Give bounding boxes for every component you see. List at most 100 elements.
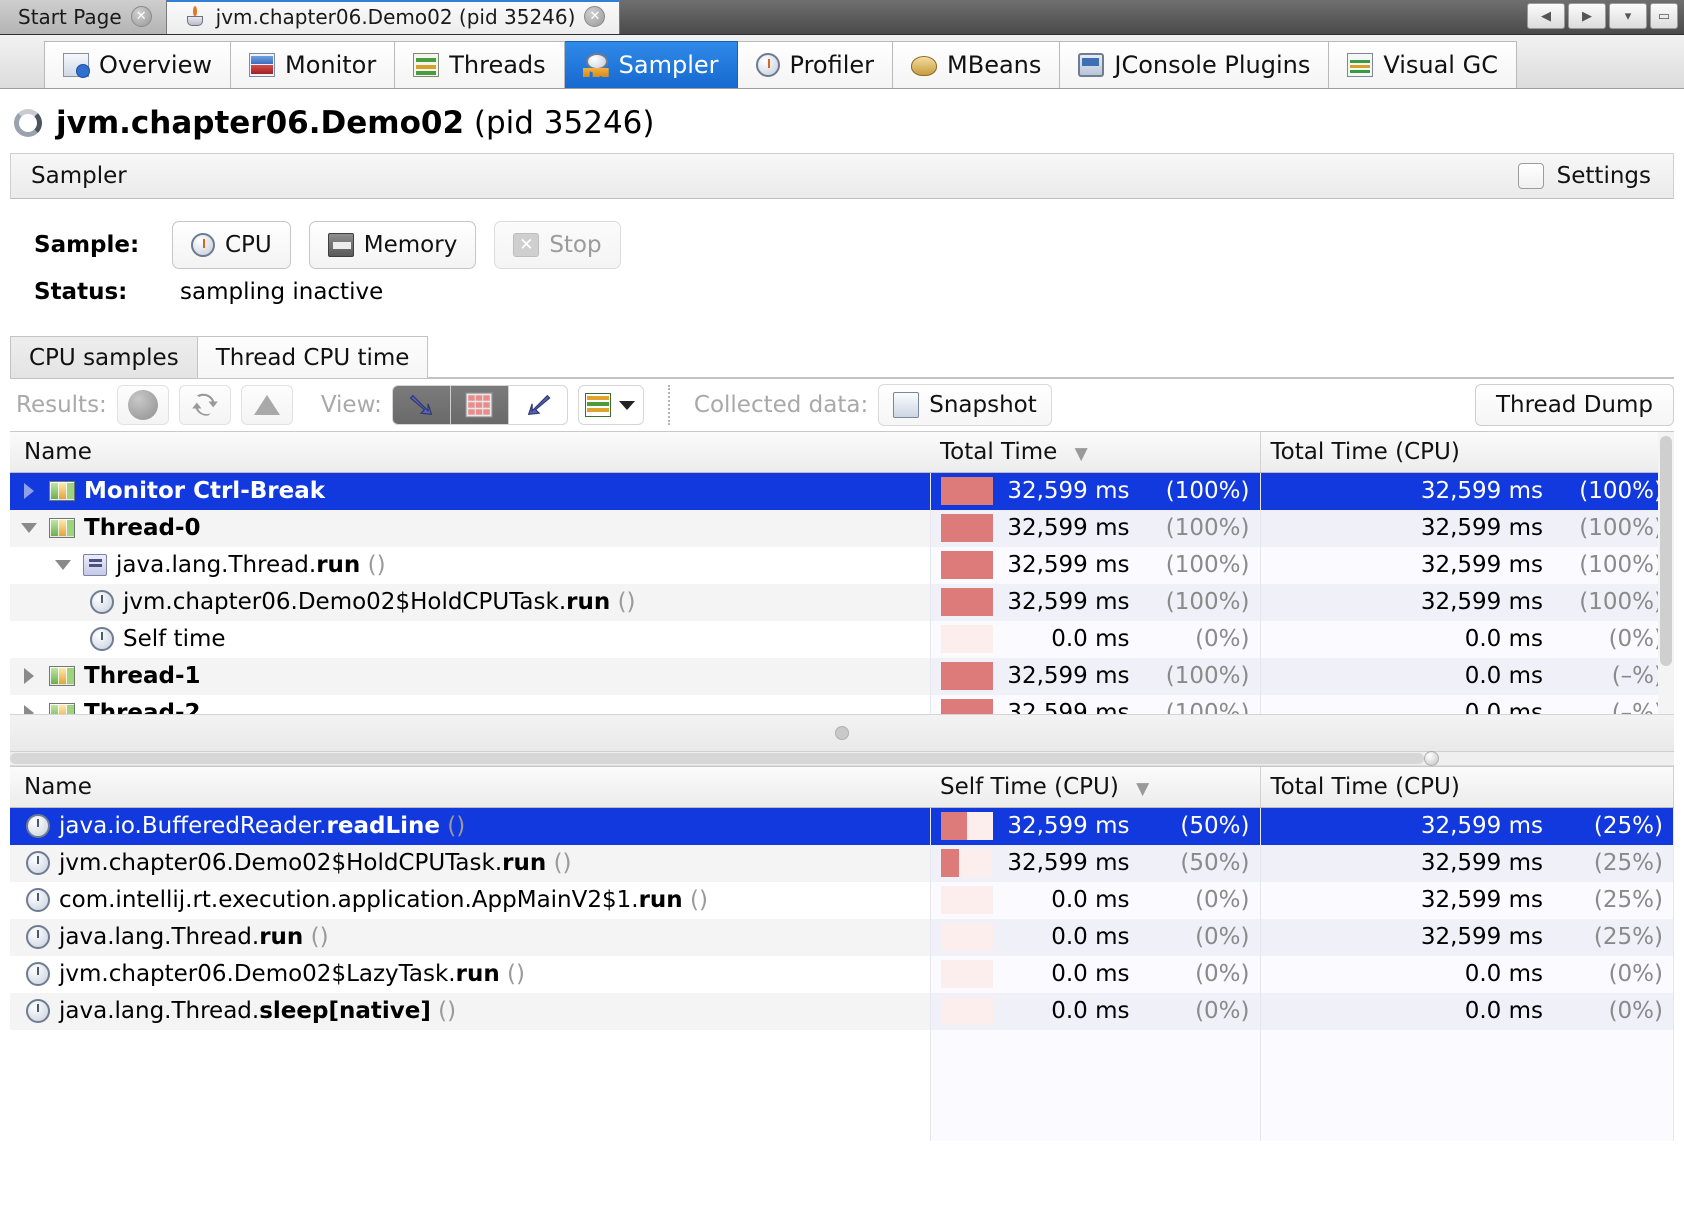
settings-checkbox[interactable] <box>1517 163 1544 189</box>
table-row[interactable]: java.lang.Thread.sleep[native] () 0.0 ms… <box>10 992 1674 1030</box>
expand-twisty-icon[interactable] <box>20 481 40 501</box>
thread-icon <box>49 703 75 714</box>
table-splitter[interactable] <box>10 714 1674 752</box>
tab-sampler[interactable]: Sampler <box>564 41 738 88</box>
expand-twisty-icon[interactable] <box>20 666 40 686</box>
column-header-name[interactable]: Name <box>10 767 930 808</box>
close-icon[interactable]: ✕ <box>584 6 606 27</box>
window-tab-demo02[interactable]: jvm.chapter06.Demo02 (pid 35246) ✕ <box>166 0 621 34</box>
collapse-twisty-icon[interactable] <box>54 555 74 575</box>
self-time-pct: (0%) <box>1195 998 1250 1024</box>
table-row[interactable]: Monitor Ctrl-Break 32,599 ms (100%) 32,5… <box>10 472 1674 510</box>
cpu-samples-tree-table[interactable]: Name Total Time ▼ Total Time (CPU) Monit… <box>10 431 1674 714</box>
delta-results-button[interactable] <box>240 385 293 425</box>
sample-controls: Sample: CPU Memory ✕ Stop Status: sampli… <box>0 199 1684 319</box>
clock-icon <box>26 999 50 1023</box>
sort-desc-icon: ▼ <box>1074 443 1088 464</box>
table-row[interactable]: java.lang.Thread.run () 32,599 ms (100%)… <box>10 546 1674 584</box>
tab-cpu-samples[interactable]: CPU samples <box>10 336 198 378</box>
snapshot-button[interactable]: Snapshot <box>878 384 1052 426</box>
table-row[interactable]: Self time 0.0 ms (0%) 0.0 ms (0%) <box>10 620 1674 658</box>
table-row[interactable]: java.lang.Thread.run () 0.0 ms (0%) 32,5… <box>10 918 1674 956</box>
sample-stop-button[interactable]: ✕ Stop <box>494 221 621 269</box>
table-body: Monitor Ctrl-Break 32,599 ms (100%) 32,5… <box>10 472 1674 714</box>
table-empty-row <box>10 1103 1674 1141</box>
view-columns-combo[interactable] <box>577 385 644 425</box>
table-row[interactable]: java.io.BufferedReader.readLine () 32,59… <box>10 807 1674 845</box>
horizontal-scrollbar[interactable] <box>10 751 1674 766</box>
sample-memory-button[interactable]: Memory <box>308 221 477 269</box>
column-header-name[interactable]: Name <box>10 432 930 473</box>
time-bar <box>940 997 993 1025</box>
close-icon[interactable]: ✕ <box>130 6 152 27</box>
table-row[interactable]: jvm.chapter06.Demo02$HoldCPUTask.run () … <box>10 844 1674 882</box>
self-time-value: 0.0 ms <box>1051 887 1130 913</box>
table-empty-row <box>10 1029 1674 1067</box>
hot-spots-table[interactable]: Name Self Time (CPU) ▼ Total Time (CPU) … <box>10 766 1674 1141</box>
view-forward-calls-button[interactable] <box>392 386 451 424</box>
tab-monitor[interactable]: Monitor <box>231 41 396 88</box>
table-header-row: Name Total Time ▼ Total Time (CPU) <box>10 432 1674 473</box>
status-label: Status: <box>34 279 128 305</box>
total-time-pct: (0%) <box>1195 626 1250 652</box>
table-row[interactable]: jvm.chapter06.Demo02$HoldCPUTask.run () … <box>10 583 1674 621</box>
chevron-down-icon[interactable] <box>618 400 635 410</box>
total-time-pct: (25%) <box>1593 924 1663 950</box>
scrollbar-thumb[interactable] <box>10 753 1425 764</box>
pause-results-button[interactable] <box>116 385 169 425</box>
cpu-time-value: 0.0 ms <box>1464 700 1543 714</box>
sub-tabs-filler <box>428 336 1674 378</box>
window-tab-start-page[interactable]: Start Page ✕ <box>0 0 167 34</box>
total-time-value: 32,599 ms <box>1007 589 1130 615</box>
table-header-row: Name Self Time (CPU) ▼ Total Time (CPU) <box>10 767 1674 808</box>
maximize-icon[interactable]: ▭ <box>1650 3 1678 29</box>
thread-dump-button[interactable]: Thread Dump <box>1474 384 1674 426</box>
scrollbar-knob[interactable] <box>1424 751 1440 766</box>
total-time-pct: (100%) <box>1165 478 1250 504</box>
tab-visual-gc[interactable]: Visual GC <box>1329 41 1517 88</box>
table-row[interactable]: com.intellij.rt.execution.application.Ap… <box>10 881 1674 919</box>
tab-threads[interactable]: Threads <box>395 41 565 88</box>
threads-icon <box>413 53 440 77</box>
row-name: Thread-0 <box>84 515 201 541</box>
refresh-results-button[interactable] <box>178 385 231 425</box>
total-time-value: 32,599 ms <box>1007 478 1130 504</box>
settings-toggle[interactable]: Settings <box>1517 163 1659 189</box>
table-row[interactable]: jvm.chapter06.Demo02$LazyTask.run () 0.0… <box>10 955 1674 993</box>
tab-list-dropdown-icon[interactable]: ▾ <box>1609 3 1647 29</box>
view-label: View: <box>320 392 382 418</box>
total-time-value: 32,599 ms <box>1007 552 1130 578</box>
tab-jconsole-plugins[interactable]: JConsole Plugins <box>1060 41 1330 88</box>
collapse-twisty-icon[interactable] <box>20 518 40 538</box>
column-header-total-time-cpu[interactable]: Total Time (CPU) <box>1260 432 1674 473</box>
window-tab-label: jvm.chapter06.Demo02 (pid 35246) <box>215 4 576 29</box>
tab-mbeans[interactable]: MBeans <box>893 41 1061 88</box>
vertical-scrollbar[interactable] <box>1658 432 1674 714</box>
view-hot-spots-button[interactable] <box>450 386 509 424</box>
self-time-value: 32,599 ms <box>1007 850 1130 876</box>
total-time-pct: (25%) <box>1593 887 1663 913</box>
sample-label: Sample: <box>34 232 140 258</box>
scrollbar-thumb[interactable] <box>1660 436 1672 666</box>
table-row[interactable]: Thread-1 32,599 ms (100%) 0.0 ms (–%) <box>10 657 1674 695</box>
prev-tab-arrow-icon[interactable]: ◀ <box>1527 3 1565 29</box>
tab-thread-cpu-time[interactable]: Thread CPU time <box>197 336 429 378</box>
app-tab-bar: Overview Monitor Threads Sampler Profile… <box>0 35 1684 89</box>
column-header-self-time-cpu[interactable]: Self Time (CPU) ▼ <box>930 767 1261 808</box>
table-row[interactable]: Thread-0 32,599 ms (100%) 32,599 ms (100… <box>10 509 1674 547</box>
column-header-total-time-cpu[interactable]: Total Time (CPU) <box>1260 767 1674 808</box>
table-row[interactable]: Thread-2 32,599 ms (100%) 0.0 ms (–%) <box>10 694 1674 714</box>
next-tab-arrow-icon[interactable]: ▶ <box>1568 3 1606 29</box>
view-reverse-calls-button[interactable] <box>509 386 567 424</box>
expand-twisty-icon[interactable] <box>20 703 40 714</box>
tab-profiler[interactable]: Profiler <box>737 41 894 88</box>
sample-cpu-button[interactable]: CPU <box>172 221 291 269</box>
tab-overview[interactable]: Overview <box>44 41 231 88</box>
column-header-total-time[interactable]: Total Time ▼ <box>930 432 1261 473</box>
splitter-grip[interactable] <box>835 726 849 740</box>
self-time-pct: (0%) <box>1195 961 1250 987</box>
cpu-time-value: 0.0 ms <box>1464 663 1543 689</box>
window-tab-bar: Start Page ✕ jvm.chapter06.Demo02 (pid 3… <box>0 0 1684 35</box>
thread-icon <box>49 518 75 538</box>
monitor-icon <box>249 53 275 77</box>
